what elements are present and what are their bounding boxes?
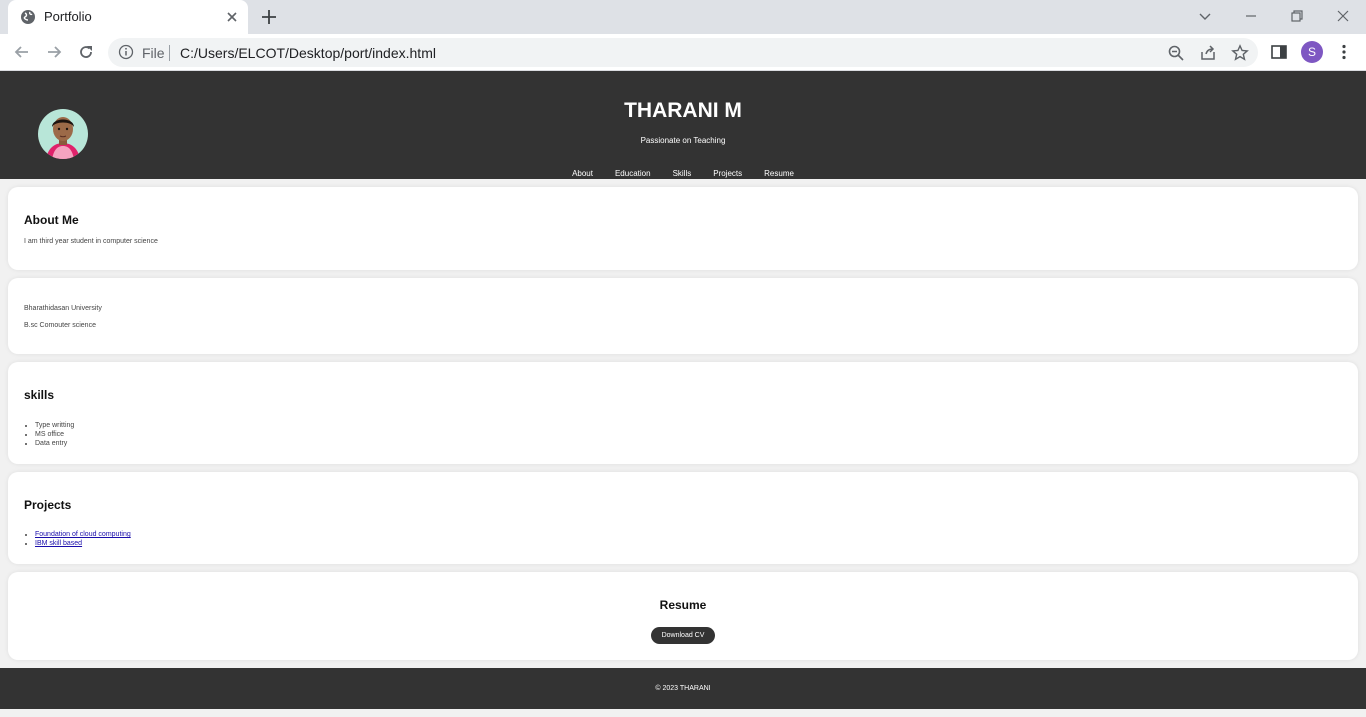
projects-list: Foundation of cloud computing IBM skill … [35, 530, 131, 548]
resume-heading: Resume [659, 598, 707, 612]
education-degree: B.sc Comouter science [24, 322, 96, 329]
forward-arrow-icon[interactable] [44, 42, 64, 62]
education-section: Bharathidasan University B.sc Comouter s… [8, 278, 1358, 354]
about-heading: About Me [24, 213, 79, 227]
page-viewport: THARANI M Passionate on Teaching About E… [0, 71, 1366, 717]
resume-section: Resume Download CV [8, 572, 1358, 660]
project-item: Foundation of cloud computing [35, 530, 131, 539]
nav-link-projects[interactable]: Projects [713, 169, 742, 178]
skill-item: MS office [35, 430, 74, 439]
close-window-icon[interactable] [1333, 6, 1353, 26]
side-panel-icon[interactable] [1270, 43, 1288, 61]
tab-title: Portfolio [44, 9, 92, 24]
nav-link-about[interactable]: About [572, 169, 593, 178]
tab-search-icon[interactable] [1195, 6, 1215, 26]
nav-link-skills[interactable]: Skills [673, 169, 692, 178]
skills-section: skills Type writting MS office Data entr… [8, 362, 1358, 464]
project-item: IBM skill based [35, 539, 131, 548]
project-link-ibm[interactable]: IBM skill based [35, 540, 82, 547]
about-section: About Me I am third year student in comp… [8, 187, 1358, 270]
site-tagline: Passionate on Teaching [640, 136, 726, 145]
nav-link-resume[interactable]: Resume [764, 169, 794, 178]
zoom-icon[interactable] [1167, 44, 1185, 62]
education-university: Bharathidasan University [24, 305, 102, 312]
close-tab-icon[interactable] [224, 9, 240, 25]
skills-heading: skills [24, 388, 55, 402]
site-info-icon[interactable] [118, 44, 134, 60]
back-arrow-icon[interactable] [12, 42, 32, 62]
project-link-cloud[interactable]: Foundation of cloud computing [35, 531, 131, 538]
profile-avatar-button[interactable]: S [1301, 41, 1323, 63]
new-tab-icon[interactable] [260, 8, 278, 26]
site-footer: © 2023 THARANI [0, 668, 1366, 709]
url-scheme-label: File [142, 45, 165, 61]
projects-section: Projects Foundation of cloud computing I… [8, 472, 1358, 564]
url-text[interactable]: C:/Users/ELCOT/Desktop/port/index.html [180, 45, 436, 61]
site-title: THARANI M [624, 99, 742, 122]
minimize-icon[interactable] [1241, 6, 1261, 26]
tab-strip: Portfolio [0, 0, 1366, 34]
skill-item: Type writting [35, 421, 74, 430]
reload-icon[interactable] [76, 42, 96, 62]
share-icon[interactable] [1199, 44, 1217, 62]
bookmark-star-icon[interactable] [1231, 44, 1249, 62]
nav-link-education[interactable]: Education [615, 169, 651, 178]
main-nav: About Education Skills Projects Resume [0, 169, 1366, 178]
site-header: THARANI M Passionate on Teaching About E… [0, 71, 1366, 179]
menu-dots-icon[interactable] [1335, 43, 1353, 61]
skills-list: Type writting MS office Data entry [35, 421, 74, 448]
projects-heading: Projects [24, 498, 72, 512]
address-bar[interactable]: File C:/Users/ELCOT/Desktop/port/index.h… [108, 38, 1258, 67]
restore-icon[interactable] [1287, 6, 1307, 26]
skill-item: Data entry [35, 439, 74, 448]
download-cv-button[interactable]: Download CV [651, 627, 715, 644]
browser-tab[interactable]: Portfolio [8, 0, 248, 34]
browser-toolbar: File C:/Users/ELCOT/Desktop/port/index.h… [0, 34, 1366, 71]
globe-icon [21, 10, 35, 24]
about-text: I am third year student in computer scie… [24, 238, 158, 245]
omnibox-divider [169, 45, 170, 61]
